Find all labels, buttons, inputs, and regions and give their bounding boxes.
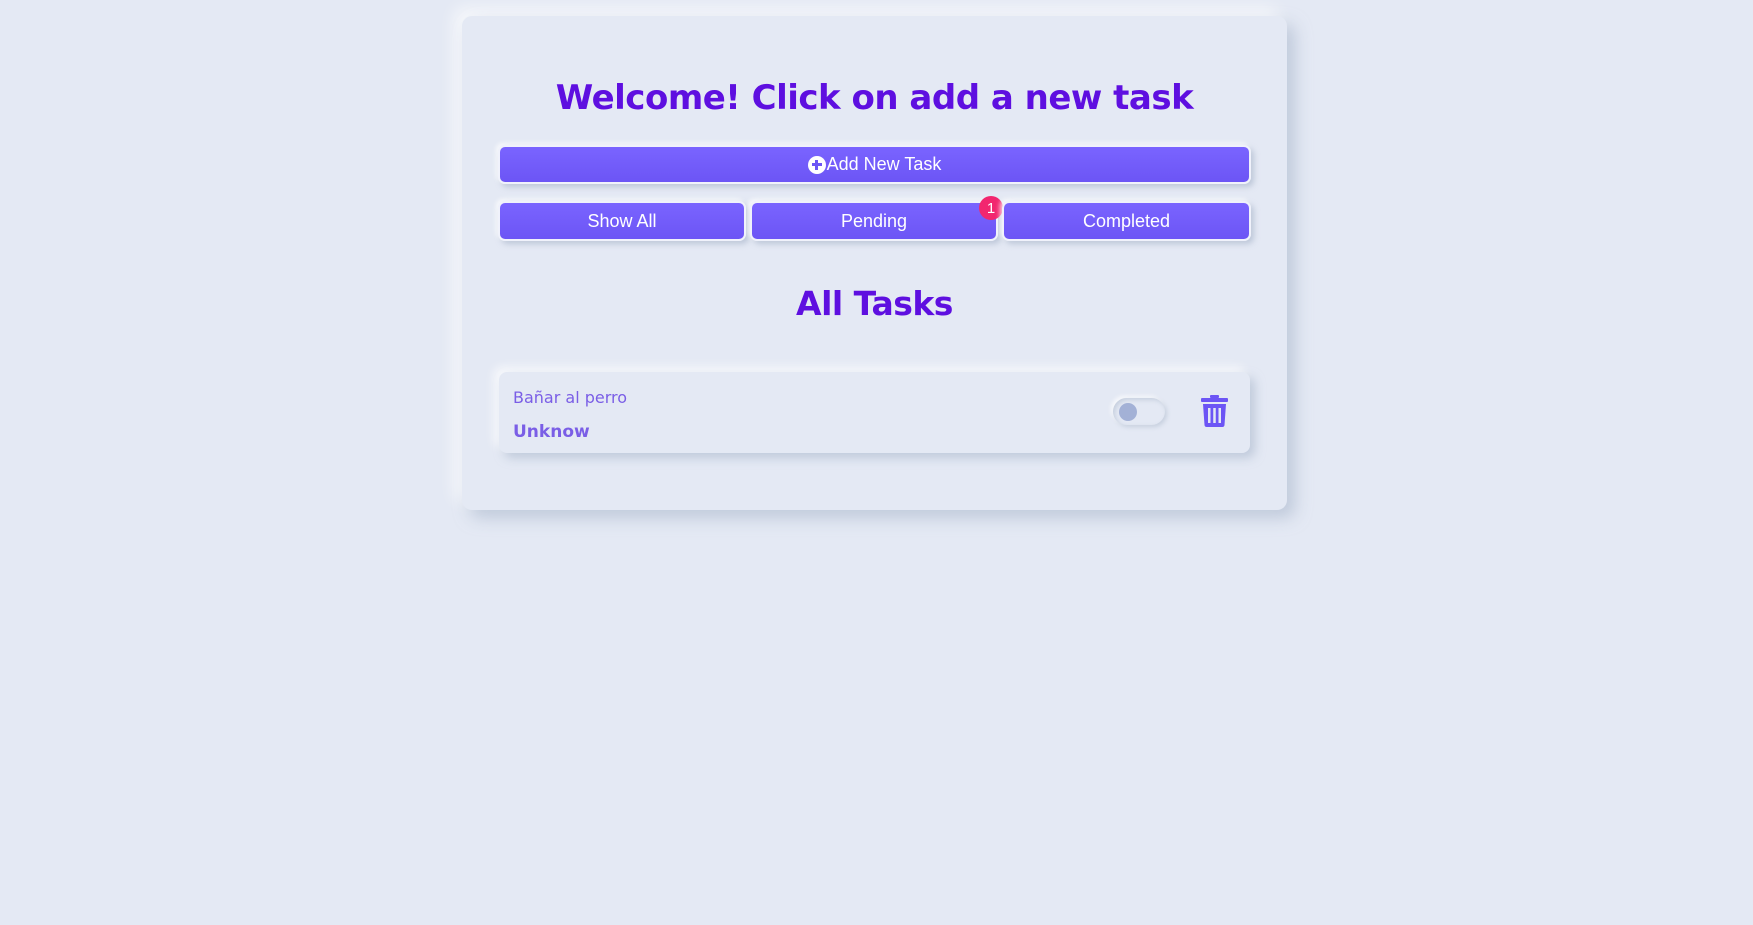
trash-icon[interactable]: [1201, 395, 1228, 427]
page-title: Welcome! Click on add a new task: [555, 78, 1194, 118]
filter-pending-label: Pending: [840, 210, 908, 231]
toggle-knob: [1119, 403, 1137, 421]
filter-pending-button[interactable]: Pending: [750, 201, 998, 241]
task-title: Bañar al perro: [513, 388, 628, 407]
filter-completed-label: Completed: [1082, 210, 1171, 231]
pending-count-badge: 1: [979, 196, 1003, 220]
todo-card: Welcome! Click on add a new task Add New…: [462, 16, 1287, 510]
add-task-label: Add New Task: [826, 154, 942, 174]
filter-completed-button[interactable]: Completed: [1002, 201, 1251, 241]
add-task-button[interactable]: Add New Task: [498, 145, 1251, 184]
task-complete-toggle[interactable]: [1113, 398, 1165, 425]
list-title: All Tasks: [796, 284, 953, 323]
filter-show-all-button[interactable]: Show All: [498, 201, 746, 241]
filter-show-all-label: Show All: [587, 210, 657, 231]
task-item: Bañar al perro Unknow: [499, 372, 1250, 453]
plus-circle-icon: [807, 155, 826, 174]
task-status: Unknow: [513, 422, 590, 442]
